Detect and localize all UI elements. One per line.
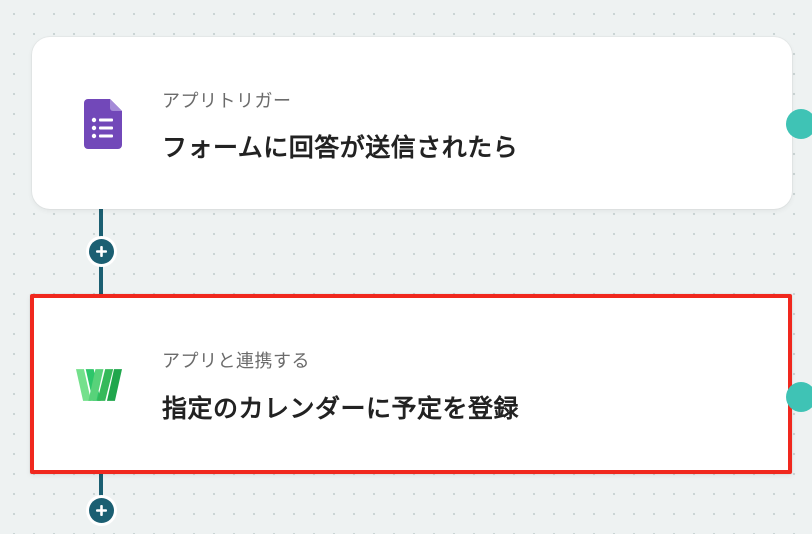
step-title: 指定のカレンダーに予定を登録 [162,394,520,423]
w-calendar-app-icon [76,360,122,410]
trigger-step-card[interactable]: アプリトリガー フォームに回答が送信されたら [32,37,812,209]
side-handle[interactable] [786,382,812,412]
add-step-button[interactable] [89,498,114,523]
step-type-label: アプリと連携する [162,351,310,372]
plus-icon [96,246,107,257]
step-type-label: アプリトリガー [162,91,292,112]
step-title: フォームに回答が送信されたら [162,133,519,162]
google-forms-icon [80,99,126,149]
action-step-card[interactable]: アプリと連携する 指定のカレンダーに予定を登録 [30,294,812,474]
add-step-button[interactable] [89,239,114,264]
plus-icon [96,505,107,516]
side-handle[interactable] [786,109,812,139]
